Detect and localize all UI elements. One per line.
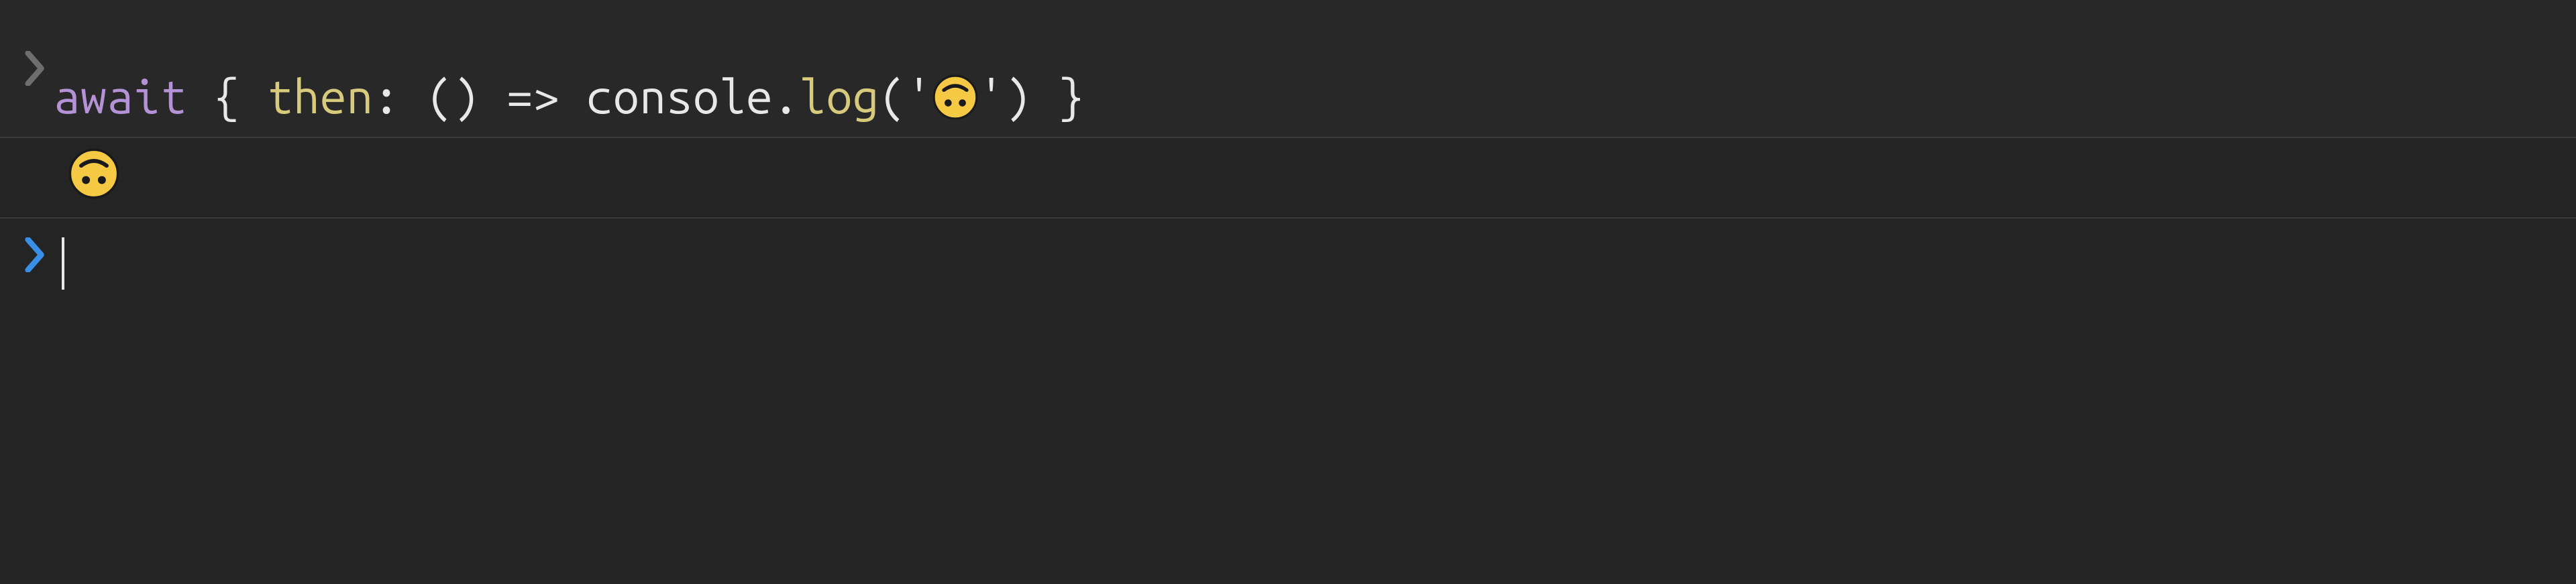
token-open-brace: { xyxy=(213,70,240,123)
token-call-open: ( xyxy=(879,70,906,123)
executed-code: await { then: () => console.log('') } xyxy=(54,12,1085,125)
token-quote-close: ' xyxy=(978,70,1005,123)
token-arrow: => xyxy=(506,70,559,123)
chevron-right-icon xyxy=(20,51,54,86)
text-cursor xyxy=(62,237,64,290)
token-quote-open: ' xyxy=(906,70,932,123)
token-space xyxy=(240,70,267,123)
console-input[interactable] xyxy=(54,237,64,290)
token-ident-console: console xyxy=(586,70,773,123)
token-method-log: log xyxy=(800,70,879,123)
console-input-executed-row: await { then: () => console.log('') } xyxy=(0,0,2576,138)
token-paren-open: ( xyxy=(427,70,453,123)
token-space xyxy=(400,70,427,123)
upside-down-face-icon xyxy=(68,148,119,199)
token-keyword-await: await xyxy=(54,70,187,123)
devtools-console: await { then: () => console.log('') } xyxy=(0,0,2576,584)
token-space xyxy=(480,70,506,123)
token-space xyxy=(559,70,586,123)
console-output-row xyxy=(0,138,2576,219)
token-colon: : xyxy=(373,70,400,123)
upside-down-face-icon xyxy=(932,74,978,120)
token-call-close: ) xyxy=(1005,70,1032,123)
token-space xyxy=(1032,70,1059,123)
token-space xyxy=(187,70,214,123)
token-prop-then: then xyxy=(267,70,374,123)
token-dot: . xyxy=(773,70,800,123)
console-output xyxy=(54,152,119,203)
token-close-brace: } xyxy=(1058,70,1085,123)
console-prompt-row[interactable] xyxy=(0,219,2576,584)
token-paren-close: ) xyxy=(453,70,480,123)
chevron-right-icon xyxy=(20,237,54,272)
